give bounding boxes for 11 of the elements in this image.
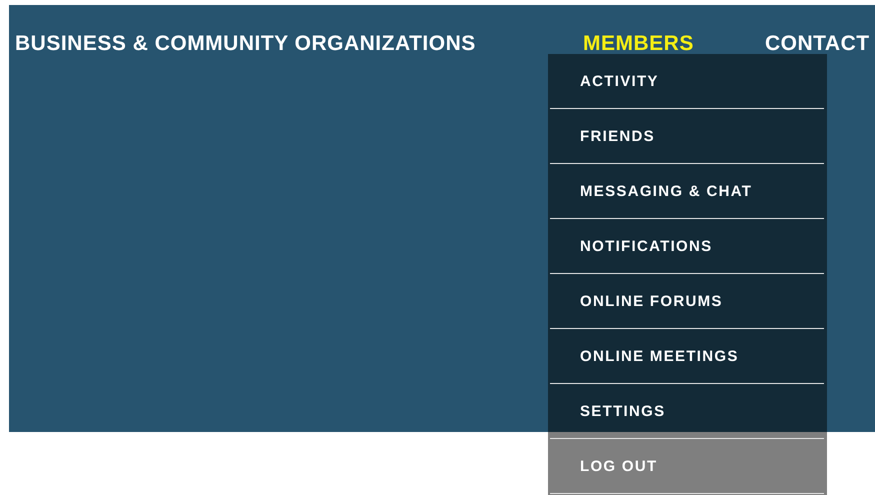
- menu-item[interactable]: SETTINGS: [548, 384, 827, 438]
- menu-item[interactable]: MESSAGING & CHAT: [548, 164, 827, 218]
- nav-link[interactable]: MEMBERS: [583, 32, 694, 56]
- nav-link[interactable]: CONTACT: [765, 32, 870, 56]
- menu-item[interactable]: LOG OUT: [548, 439, 827, 493]
- menu-item[interactable]: ONLINE FORUMS: [548, 274, 827, 328]
- nav-link[interactable]: BUSINESS & COMMUNITY ORGANIZATIONS: [15, 32, 476, 56]
- menu-item[interactable]: NOTIFICATIONS: [548, 219, 827, 273]
- menu-item[interactable]: ACTIVITY: [548, 54, 827, 108]
- menu-item[interactable]: FRIENDS: [548, 109, 827, 163]
- menu-item[interactable]: ONLINE MEETINGS: [548, 329, 827, 383]
